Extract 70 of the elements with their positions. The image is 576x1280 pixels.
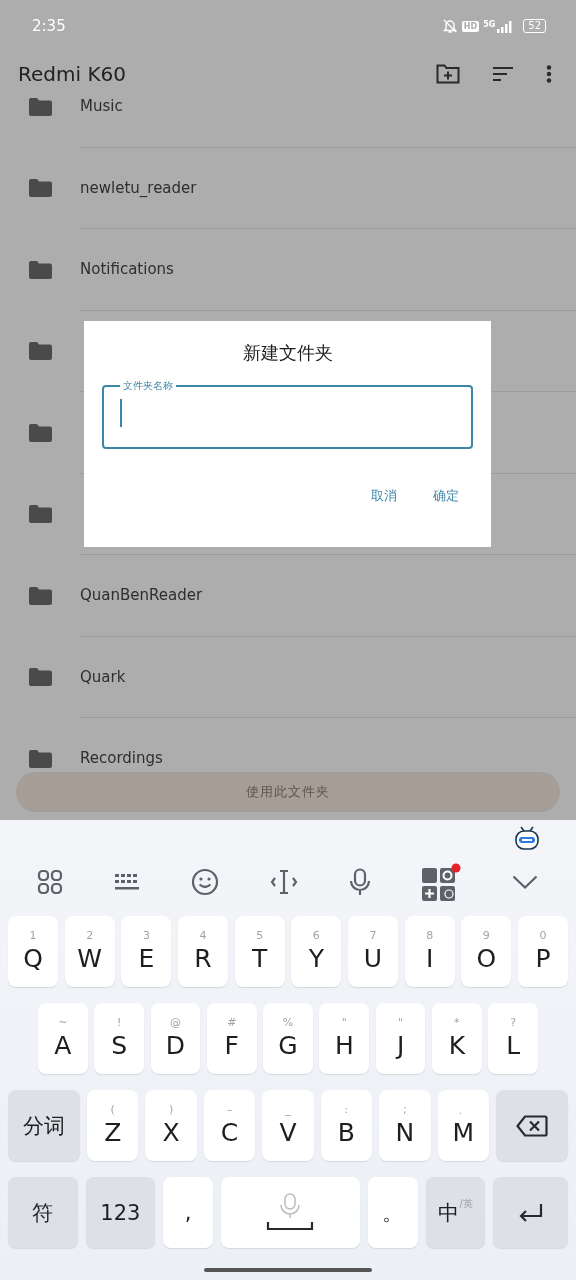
folder-name[interactable]: newletu_reader xyxy=(80,178,197,197)
folder-icon xyxy=(29,749,52,768)
keyboard-key[interactable]: ? L xyxy=(488,1003,539,1074)
dialog-button[interactable]: 取消 xyxy=(371,485,397,507)
folder-icon xyxy=(29,505,52,524)
folder-icon xyxy=(29,260,52,279)
folder-icon xyxy=(29,586,52,605)
folder-name[interactable]: Music xyxy=(80,97,123,116)
more-icon[interactable] xyxy=(546,65,552,83)
space-bar-icon[interactable] xyxy=(266,1192,315,1233)
keyboard-key[interactable]: 123 xyxy=(85,1177,156,1248)
keyboard-key[interactable]: , xyxy=(163,1177,213,1248)
keyboard-key[interactable]: – C xyxy=(203,1090,256,1161)
keyboard-key[interactable]: # F xyxy=(206,1003,257,1074)
keyboard-key[interactable]: " H xyxy=(319,1003,370,1074)
folder-icon xyxy=(29,342,52,361)
folder-icon xyxy=(29,97,52,116)
keyboard-key[interactable]: 4 R xyxy=(177,916,229,987)
app-title: Redmi K60 xyxy=(18,62,126,86)
keyboard-key[interactable]: _ V xyxy=(262,1090,314,1161)
folder-icon xyxy=(29,423,52,442)
keyboard-key[interactable]: % G xyxy=(263,1003,313,1074)
keyboard-key[interactable]: 0 P xyxy=(517,916,569,987)
chevron-down-icon[interactable] xyxy=(512,875,539,889)
folder-icon xyxy=(29,668,52,687)
keyboard-key[interactable]: * K xyxy=(431,1003,482,1074)
grid-icon[interactable] xyxy=(37,869,64,895)
keyboard-key[interactable]: " J xyxy=(375,1003,426,1074)
status-time: 2:35 xyxy=(32,17,66,35)
keyboard-key[interactable]: 1 Q xyxy=(8,916,59,987)
keyboard-key[interactable]: 9 O xyxy=(461,916,512,987)
text-cursor xyxy=(120,399,122,427)
keyboard-key[interactable]: ; N xyxy=(379,1090,431,1161)
keyboard-key[interactable]: 符 xyxy=(8,1177,78,1248)
keyboard-key[interactable]: 8 I xyxy=(404,916,455,987)
dialog-button[interactable]: 确定 xyxy=(433,485,459,507)
keyboard-key[interactable]: 6 Y xyxy=(291,916,342,987)
sort-icon[interactable] xyxy=(492,66,514,82)
folder-name[interactable]: Quark xyxy=(80,667,126,686)
name-field[interactable]: 文件夹名称 xyxy=(102,379,473,449)
dialog-title: 新建文件夹 xyxy=(241,341,334,365)
keyboard-key[interactable]: 7 U xyxy=(347,916,399,987)
keyboard-key[interactable]: ! S xyxy=(94,1003,145,1074)
keyboard-key[interactable]: 。 xyxy=(368,1177,418,1248)
keyboard-key[interactable]: @ D xyxy=(150,1003,201,1074)
battery-level: 52 xyxy=(523,19,546,33)
keyboard-key[interactable]: ) X xyxy=(145,1090,197,1161)
keyboard-key[interactable]: 5 T xyxy=(234,916,285,987)
folder-icon xyxy=(29,179,52,198)
keyboard-key[interactable]: 、 M xyxy=(437,1090,489,1161)
new-folder-icon[interactable] xyxy=(436,64,460,84)
network-label: 5G xyxy=(483,20,496,29)
folder-name[interactable]: Notifications xyxy=(80,260,174,279)
keyboard-icon[interactable] xyxy=(114,872,141,892)
folder-name[interactable]: QuanBenReader xyxy=(80,586,203,605)
folder-name[interactable]: Recordings xyxy=(80,749,163,768)
hd-badge: HD xyxy=(461,20,480,32)
robot-icon[interactable] xyxy=(514,826,540,850)
keyboard-key[interactable]: 分词 xyxy=(8,1090,80,1161)
keyboard-key[interactable]: 3 E xyxy=(121,916,172,987)
keyboard-key[interactable]: ~ A xyxy=(38,1003,88,1074)
keyboard-key[interactable]: ( Z xyxy=(87,1090,139,1161)
bell-off-icon xyxy=(441,18,458,34)
text-cursor-icon[interactable] xyxy=(269,869,298,895)
emoji-icon[interactable] xyxy=(191,868,220,896)
backspace-icon[interactable] xyxy=(515,1114,548,1137)
microphone-icon[interactable] xyxy=(348,868,371,896)
toolbox-icon[interactable] xyxy=(421,863,462,901)
keyboard-key[interactable]: : B xyxy=(320,1090,373,1161)
keyboard-key[interactable]: 2 W xyxy=(64,916,115,987)
